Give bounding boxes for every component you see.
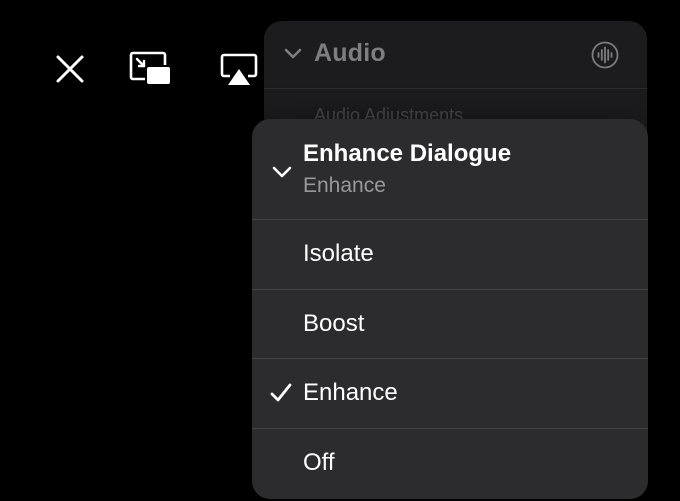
- menu-item-label: Boost: [303, 309, 365, 337]
- divider: [264, 88, 647, 89]
- menu-current-value: Enhance: [303, 174, 386, 197]
- menu-item-off[interactable]: Off: [252, 429, 648, 499]
- menu-item-label: Enhance: [303, 379, 398, 407]
- enhance-dialogue-header[interactable]: Enhance Dialogue Enhance: [252, 119, 648, 220]
- menu-item-boost[interactable]: Boost: [252, 290, 648, 359]
- menu-title: Enhance Dialogue: [303, 140, 512, 167]
- waveform-icon: [591, 41, 619, 69]
- video-player-screen: Audio Audio Adjustments Enhance Dialogue…: [0, 0, 680, 501]
- enhance-dialogue-menu: Enhance Dialogue Enhance Isolate Boost E…: [252, 119, 648, 499]
- close-icon: [56, 55, 84, 83]
- picture-in-picture-button[interactable]: [129, 51, 173, 87]
- menu-item-isolate[interactable]: Isolate: [252, 220, 648, 290]
- checkmark-icon: [270, 383, 292, 402]
- close-button[interactable]: [54, 52, 86, 86]
- menu-item-enhance[interactable]: Enhance: [252, 359, 648, 429]
- audio-section-header[interactable]: Audio: [264, 21, 647, 89]
- menu-item-label: Isolate: [303, 240, 374, 268]
- chevron-down-icon: [272, 166, 292, 178]
- airplay-icon: [220, 53, 258, 85]
- chevron-down-icon: [284, 48, 302, 59]
- picture-in-picture-icon: [129, 51, 172, 86]
- menu-item-label: Off: [303, 449, 335, 477]
- audio-title: Audio: [314, 39, 386, 67]
- airplay-button[interactable]: [220, 52, 258, 88]
